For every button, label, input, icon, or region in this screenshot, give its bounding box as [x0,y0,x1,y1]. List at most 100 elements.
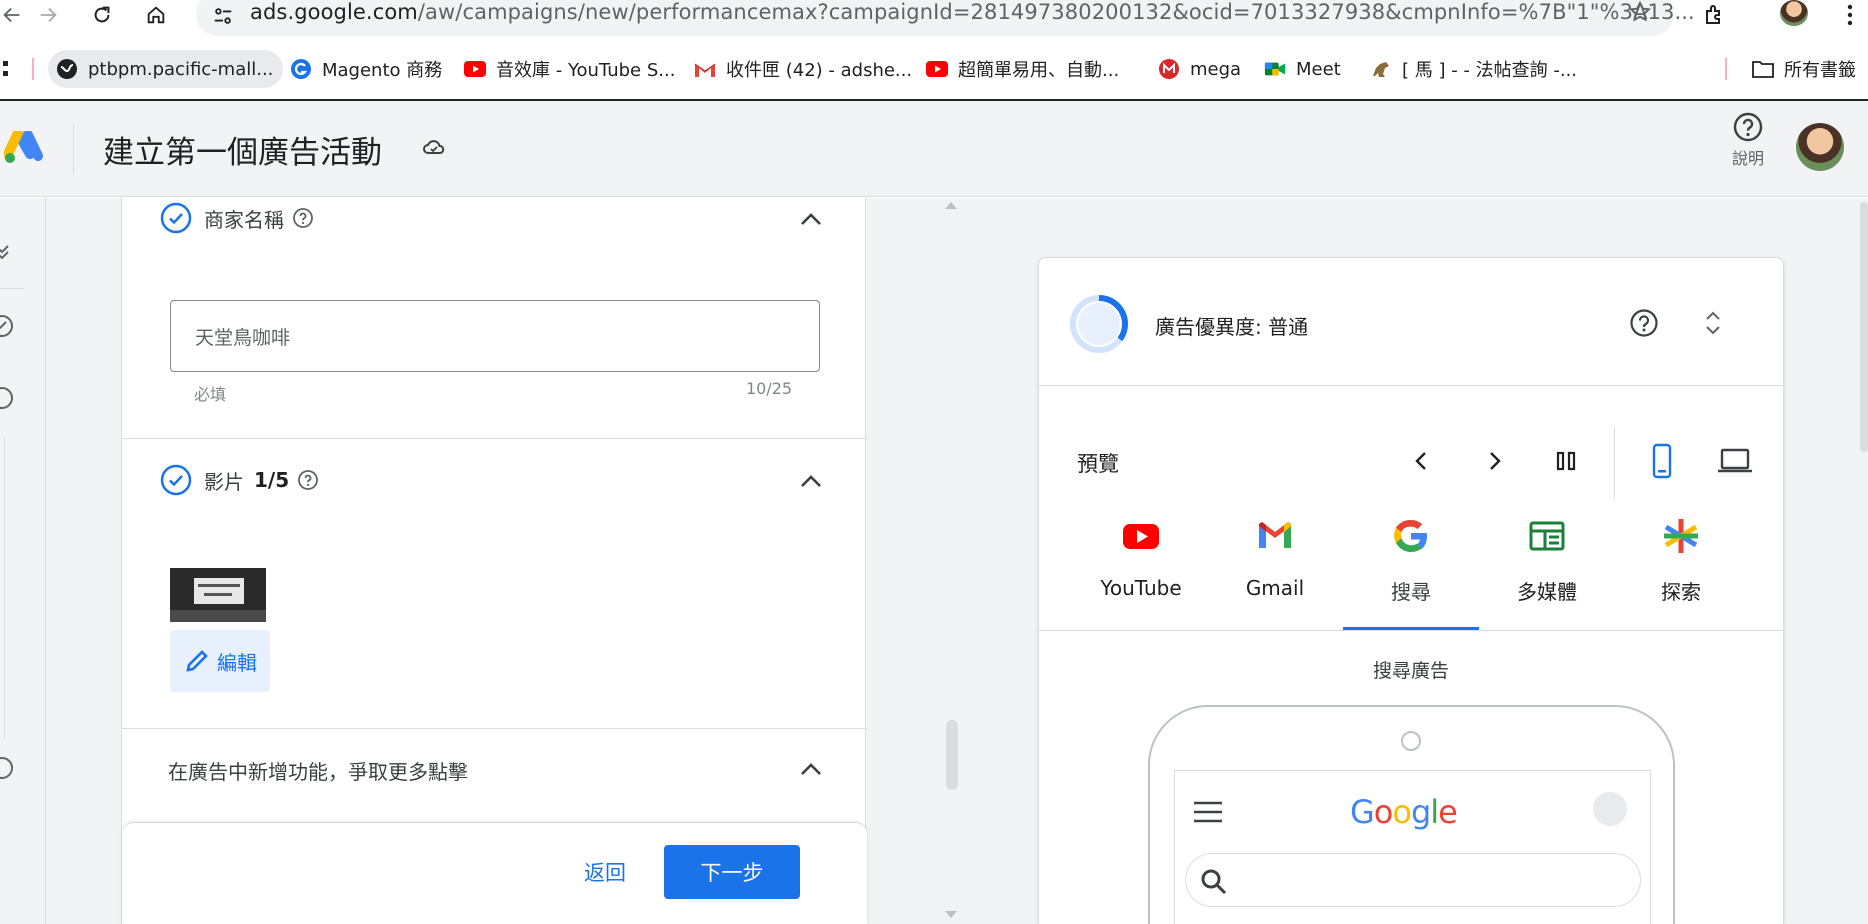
bookmark-label: mega [1190,58,1242,80]
step-chevron-icon[interactable] [0,240,14,264]
channel-tab-discover[interactable]: 探索 [1613,516,1749,630]
pause-icon[interactable] [1551,446,1581,476]
help-icon[interactable] [297,469,319,491]
page-scrollbar-thumb[interactable] [1860,202,1868,452]
business-name-header[interactable]: 商家名稱 [160,202,314,234]
next-label: 下一步 [700,861,764,885]
chevron-right-icon[interactable] [1479,446,1509,476]
folder-icon [1752,58,1774,80]
step-circle-icon[interactable] [0,386,14,410]
scroll-up-arrow-icon[interactable] [944,200,958,210]
preview-label: 預覽 [1077,452,1119,476]
help-button[interactable]: 說明 [1722,111,1774,169]
pencil-icon [186,650,208,672]
channel-label: Gmail [1245,576,1305,600]
desktop-device-icon[interactable] [1717,446,1753,476]
chevron-up-icon[interactable] [797,756,825,784]
phone-speaker [1401,731,1421,751]
search-box [1185,853,1641,907]
bookmark-item[interactable]: ptbpm.pacific-mall... [48,50,284,88]
card-divider [1039,385,1783,386]
bookmark-label: [ 馬 ] - - 法帖查詢 -... [1402,60,1578,81]
discover-icon [1664,519,1698,553]
bookmark-label: 收件匣 (42) - adshe... [726,60,913,81]
videos-count: 1/5 [254,468,290,492]
channel-tab-display[interactable]: 多媒體 [1479,516,1615,630]
expand-icon[interactable] [1703,308,1723,338]
mega-icon [1158,58,1180,80]
chevron-up-icon[interactable] [797,206,825,234]
profile-avatar-small[interactable] [1780,0,1808,26]
business-name-title: 商家名稱 [204,207,284,232]
thumbnail-floor [170,610,266,622]
google-logo: Google [1350,793,1458,831]
reload-icon[interactable] [84,0,120,30]
channel-tab-search[interactable]: 搜尋 [1343,516,1479,630]
ad-preview-card: 廣告優異度: 普通 預覽 YouTube Gmail 搜尋 多媒體 探索 搜尋廣… [1038,257,1784,924]
channel-tab-youtube[interactable]: YouTube [1073,516,1209,630]
url-text: ads.google.com/aw/campaigns/new/performa… [250,0,1695,24]
back-button[interactable]: 返回 [584,857,626,887]
home-icon[interactable] [138,0,174,30]
header-separator [73,123,74,175]
asset-group-form: 商家名稱 天堂鳥咖啡 必填 10/25 影片 1/5 編輯 在廣告中新增功能，爭… [121,198,867,924]
all-bookmarks-folder[interactable]: 所有書籤 [1752,50,1856,88]
back-arrow-icon[interactable] [0,0,30,30]
rail-line [4,438,5,738]
section-divider [122,728,867,729]
ads-header: 建立第一個廣告活動 說明 [0,101,1868,197]
channel-tab-gmail[interactable]: Gmail [1207,516,1343,630]
help-icon[interactable] [292,207,314,229]
address-bar[interactable]: ads.google.com/aw/campaigns/new/performa… [196,0,1695,36]
more-menu-icon[interactable] [1832,0,1868,30]
channel-label: 搜尋 [1391,580,1431,604]
bookmark-separator [32,58,34,80]
mobile-device-icon[interactable] [1647,442,1677,480]
help-label: 說明 [1731,149,1764,168]
form-footer: 返回 下一步 [122,822,867,924]
account-avatar[interactable] [1796,123,1844,171]
bookmark-label: 音效庫 - YouTube S... [496,60,676,81]
google-icon [1394,519,1427,552]
google-ads-logo-icon[interactable] [4,131,44,165]
chevron-left-icon[interactable] [1407,446,1437,476]
step-complete-icon[interactable] [0,314,14,338]
next-button[interactable]: 下一步 [664,845,800,899]
magento-g-icon [290,58,312,80]
toolbar-separator [1614,427,1615,499]
left-padding [46,198,121,924]
bookmark-item[interactable]: mega [1158,50,1241,88]
apps-icon[interactable] [0,50,10,88]
features-title[interactable]: 在廣告中新增功能，爭取更多點擊 [168,756,468,785]
videos-title: 影片 [204,469,244,494]
bookmark-label: 所有書籤 [1784,60,1856,81]
step-circle-icon[interactable] [0,756,14,780]
bookmark-item[interactable]: [ 馬 ] - - 法帖查詢 -... [1370,50,1577,88]
ad-type-label: 搜尋廣告 [1372,660,1449,682]
chevron-up-icon[interactable] [797,468,825,496]
video-thumbnail[interactable] [170,568,266,622]
thumbnail-screen [194,578,244,604]
bookmark-label: ptbpm.pacific-mall... [88,58,274,80]
display-icon [1529,521,1565,551]
videos-header[interactable]: 影片 1/5 [160,464,319,496]
bookmarks-bar: ptbpm.pacific-mall... Magento 商務 音效庫 - Y… [0,50,1868,88]
forward-arrow-icon[interactable] [30,0,66,30]
bookmark-item[interactable]: 超簡單易用、自動... [926,50,1119,88]
bookmark-item[interactable]: 音效庫 - YouTube S... [464,50,675,88]
help-icon[interactable] [1629,308,1659,338]
extensions-icon[interactable] [1696,0,1732,30]
site-settings-icon[interactable] [208,1,238,31]
required-hint: 必填 [194,385,227,404]
bookmark-item[interactable]: Magento 商務 [290,50,442,88]
edit-video-button[interactable]: 編輯 [170,630,270,692]
form-scrollbar-thumb[interactable] [946,720,958,790]
scroll-down-arrow-icon[interactable] [944,910,958,920]
check-circle-icon [160,202,192,234]
section-divider [122,438,867,439]
business-name-input[interactable]: 天堂鳥咖啡 [170,300,820,372]
account-placeholder [1593,792,1627,826]
bookmark-item[interactable]: 收件匣 (42) - adshe... [694,50,912,88]
bookmark-item[interactable]: Meet [1264,50,1341,88]
bookmark-star-icon[interactable] [1628,0,1652,24]
